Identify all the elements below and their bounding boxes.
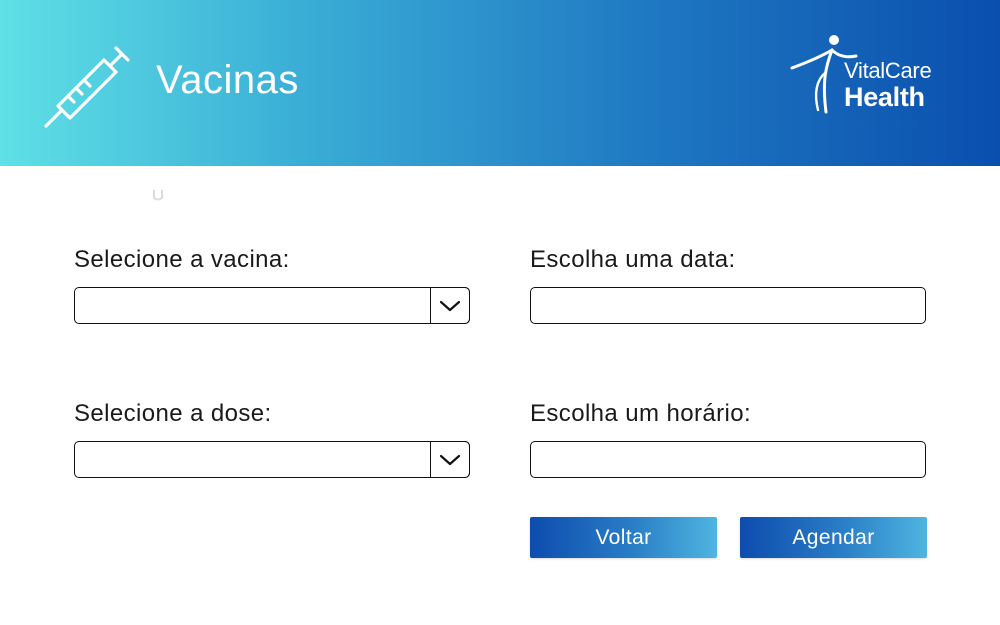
chevron-down-icon [439, 300, 461, 311]
stray-mark [153, 190, 163, 201]
back-button[interactable]: Voltar [530, 517, 717, 558]
dose-label: Selecione a dose: [74, 400, 272, 427]
vaccine-select[interactable] [74, 287, 470, 324]
vaccine-dropdown-button[interactable] [430, 287, 470, 324]
time-input[interactable] [530, 441, 926, 478]
schedule-button[interactable]: Agendar [740, 517, 927, 558]
date-label: Escolha uma data: [530, 246, 736, 273]
dose-select[interactable] [74, 441, 470, 478]
header-banner: Vacinas VitalCare Health [0, 0, 1000, 166]
logo-line1: VitalCare [844, 58, 932, 83]
dose-dropdown-button[interactable] [430, 441, 470, 478]
time-label: Escolha um horário: [530, 400, 752, 427]
date-input[interactable] [530, 287, 926, 324]
brand-logo: VitalCare Health [788, 32, 958, 116]
logo-line2: Health [844, 82, 925, 112]
page-title: Vacinas [156, 58, 299, 102]
vaccine-label: Selecione a vacina: [74, 246, 290, 273]
chevron-down-icon [439, 454, 461, 465]
syringe-icon [44, 46, 130, 128]
